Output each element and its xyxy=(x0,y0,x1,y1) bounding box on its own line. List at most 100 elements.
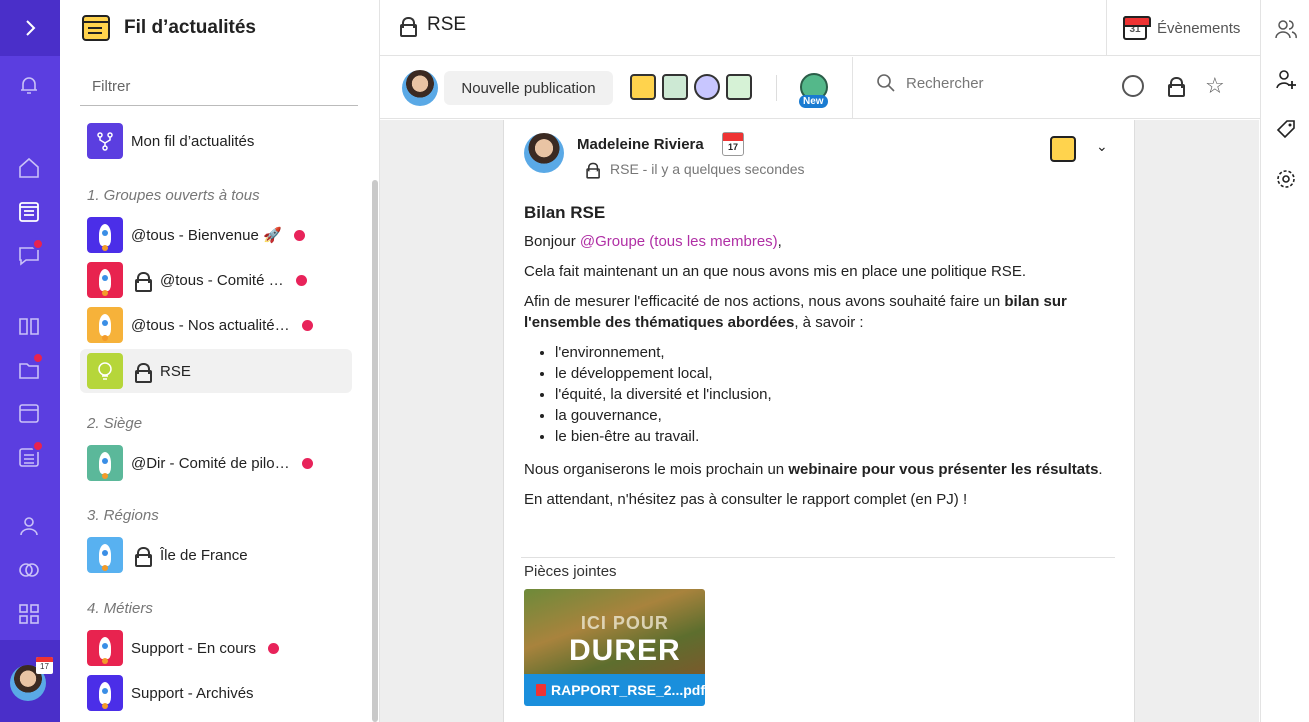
rocket-icon xyxy=(87,537,123,573)
newsfeed-icon xyxy=(82,15,110,41)
lock-icon xyxy=(135,547,152,567)
fork-icon xyxy=(87,123,123,159)
apps-grid-icon[interactable] xyxy=(16,601,42,627)
feed-area: Madeleine Riviera 17 RSE - il y a quelqu… xyxy=(380,120,1259,722)
sidebar-title: Fil d’actualités xyxy=(124,17,256,38)
folder-notification-dot xyxy=(32,352,44,364)
unread-dot xyxy=(293,229,305,241)
rocket-icon xyxy=(87,675,123,711)
divider xyxy=(521,557,1115,558)
toolbar-right-actions: ☆ xyxy=(1122,75,1225,97)
unread-dot xyxy=(295,274,307,286)
post-meta: RSE - il y a quelques secondes xyxy=(581,161,805,179)
sidebar-item-label: RSE xyxy=(160,362,191,380)
text-post-icon[interactable] xyxy=(630,74,656,100)
rocket-icon xyxy=(87,630,123,666)
checklist-post-icon[interactable] xyxy=(726,74,752,100)
post-body: Bilan RSE Bonjour @Groupe (tous les memb… xyxy=(524,202,1116,519)
new-post-button[interactable]: Nouvelle publication xyxy=(444,71,613,105)
unread-dot xyxy=(268,642,280,654)
unread-dot xyxy=(301,319,313,331)
newsfeed-nav-icon[interactable] xyxy=(16,199,42,225)
lock-filter-icon[interactable] xyxy=(1168,77,1185,97)
sidebar-item-group[interactable]: @tous - Nos actualité… xyxy=(80,303,352,347)
sidebar-item-label: @tous - Comité … xyxy=(160,271,284,289)
app-rail: 17 xyxy=(0,0,60,722)
sidebar-item-my-feed[interactable]: Mon fil d’actualités xyxy=(80,119,352,163)
pdf-icon xyxy=(536,684,546,696)
sidebar-item-label: Support - En cours xyxy=(131,639,257,657)
lock-icon xyxy=(135,363,152,383)
image-post-icon[interactable] xyxy=(662,74,688,100)
settings-gear-icon[interactable] xyxy=(1275,168,1297,190)
thumbnail-text: ICI POUR DURER xyxy=(569,613,681,667)
page-header: RSE 31 Évènements xyxy=(380,0,1260,56)
list-item: l'environnement, xyxy=(555,342,1116,363)
chat-notification-dot xyxy=(32,238,44,250)
divider xyxy=(852,57,853,119)
lock-icon xyxy=(586,162,600,179)
post-list: l'environnement, le développement local,… xyxy=(524,342,1116,447)
search-input[interactable] xyxy=(906,74,1106,92)
sidebar-item-group[interactable]: @tous - Bienvenue 🚀 xyxy=(80,213,352,257)
avatar-calendar-badge: 17 xyxy=(36,657,53,674)
calendar-icon[interactable] xyxy=(16,400,42,426)
user-filter-icon[interactable] xyxy=(1122,75,1144,97)
new-badge: New xyxy=(799,95,828,108)
post-card: Madeleine Riviera 17 RSE - il y a quelqu… xyxy=(503,120,1135,722)
search-area xyxy=(876,73,1106,93)
post-type-icon xyxy=(1050,136,1076,162)
sidebar-item-label: @Dir - Comité de pilo… xyxy=(131,454,290,472)
rocket-icon xyxy=(87,445,123,481)
list-item: l'équité, la diversité et l'inclusion, xyxy=(555,384,1116,405)
poll-post-icon[interactable] xyxy=(694,74,720,100)
star-icon[interactable]: ☆ xyxy=(1205,75,1225,97)
circles-icon[interactable] xyxy=(16,557,42,583)
sidebar-item-label: Île de France xyxy=(160,546,248,564)
list-item: le développement local, xyxy=(555,363,1116,384)
sidebar-item-label: @tous - Bienvenue 🚀 xyxy=(131,227,282,244)
expand-rail-button[interactable] xyxy=(0,0,60,56)
list-notification-dot xyxy=(32,440,44,452)
filter-input[interactable] xyxy=(80,68,358,106)
members-icon[interactable] xyxy=(1275,18,1297,40)
lock-icon xyxy=(400,17,417,37)
home-icon[interactable] xyxy=(16,155,42,181)
sidebar-header: Fil d’actualités xyxy=(82,12,256,44)
sidebar-item-group[interactable]: @Dir - Comité de pilo… xyxy=(80,441,352,485)
users-icon[interactable] xyxy=(16,513,42,539)
chevron-right-icon xyxy=(26,20,36,36)
attachment-card[interactable]: ICI POUR DURER RAPPORT_RSE_2...pdf xyxy=(524,589,705,706)
sidebar-item-group[interactable]: Support - En cours xyxy=(80,626,352,670)
attachments-label: Pièces jointes xyxy=(524,563,617,580)
attachment-name: RAPPORT_RSE_2...pdf xyxy=(550,682,705,698)
sidebar-item-group[interactable]: Île de France xyxy=(80,533,352,577)
author-name[interactable]: Madeleine Riviera xyxy=(577,136,704,153)
sidebar-item-group[interactable]: @tous - Comité … xyxy=(80,258,352,302)
section-header: 2. Siège xyxy=(87,415,143,432)
mention-link[interactable]: @Groupe (tous les membres) xyxy=(580,233,778,250)
right-rail xyxy=(1260,0,1309,722)
lock-icon xyxy=(135,272,152,292)
events-button[interactable]: 31 Évènements xyxy=(1106,0,1260,56)
author-avatar[interactable] xyxy=(524,133,564,173)
bell-icon[interactable] xyxy=(16,72,42,98)
page-title: RSE xyxy=(427,14,467,35)
unread-dot xyxy=(301,457,313,469)
book-icon[interactable] xyxy=(16,313,42,339)
post-paragraph: Nous organiserons le mois prochain un we… xyxy=(524,461,1103,478)
current-user-avatar xyxy=(402,70,438,106)
feed-toolbar: Nouvelle publication New ☆ xyxy=(380,57,1260,119)
section-header: 4. Métiers xyxy=(87,600,153,617)
add-member-icon[interactable] xyxy=(1275,68,1297,90)
post-paragraph: Cela fait maintenant un an que nous avon… xyxy=(524,263,1026,280)
sidebar-item-rse[interactable]: RSE xyxy=(80,349,352,393)
tag-icon[interactable] xyxy=(1275,118,1297,140)
page-title-wrap: RSE xyxy=(396,14,467,37)
sidebar-item-group[interactable]: Support - Archivés xyxy=(80,671,352,715)
sidebar-scrollbar[interactable] xyxy=(372,180,378,722)
rocket-icon xyxy=(87,307,123,343)
calendar-badge-icon: 17 xyxy=(722,132,744,156)
attachment-name-bar: RAPPORT_RSE_2...pdf xyxy=(524,674,705,706)
chevron-down-icon[interactable]: ⌄ xyxy=(1096,138,1108,155)
